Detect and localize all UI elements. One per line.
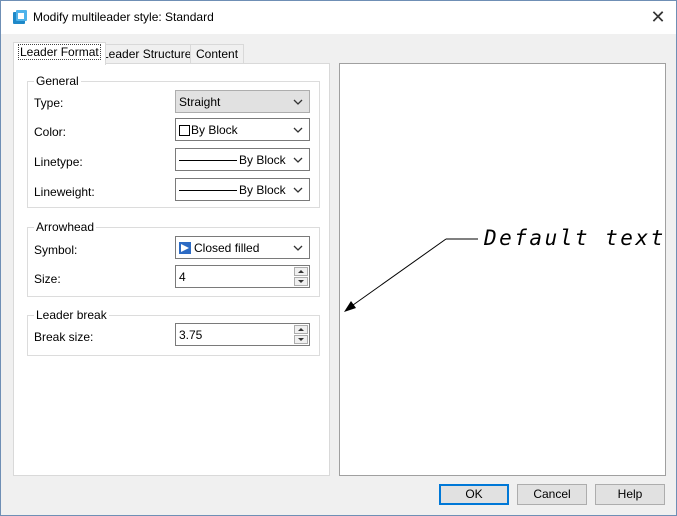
- size-value: 4: [179, 270, 186, 284]
- lineweight-label: Lineweight:: [34, 185, 95, 199]
- app-icon: [13, 10, 27, 24]
- linetype-label: Linetype:: [34, 155, 83, 169]
- symbol-dropdown[interactable]: Closed filled: [175, 236, 310, 259]
- lineweight-value: By Block: [239, 183, 286, 197]
- tab-label: Leader Format: [18, 44, 101, 60]
- close-icon[interactable]: ✕: [641, 3, 675, 33]
- break-size-value: 3.75: [179, 328, 203, 342]
- tab-label: Leader Structure: [102, 47, 192, 61]
- dialog-window: Modify multileader style: Standard ✕ Lea…: [0, 0, 677, 516]
- type-label: Type:: [34, 96, 64, 110]
- tab-leader-structure[interactable]: Leader Structure: [96, 44, 198, 64]
- color-value: By Block: [191, 123, 238, 137]
- title-bar: Modify multileader style: Standard ✕: [1, 1, 676, 34]
- chevron-down-icon: [293, 245, 303, 251]
- size-label: Size:: [34, 272, 61, 286]
- linetype-value: By Block: [239, 153, 286, 167]
- linetype-dropdown[interactable]: By Block: [175, 148, 310, 171]
- preview-pane: Default text: [339, 63, 666, 476]
- color-dropdown[interactable]: By Block: [175, 118, 310, 141]
- chevron-down-icon: [293, 127, 303, 133]
- size-spinner[interactable]: 4: [175, 265, 310, 288]
- tab-leader-format[interactable]: Leader Format: [13, 42, 106, 65]
- lineweight-dropdown[interactable]: By Block: [175, 178, 310, 201]
- leader-format-panel: General Type: Straight Color: By Block L…: [13, 63, 330, 476]
- spin-down-icon[interactable]: [294, 277, 308, 286]
- chevron-down-icon: [293, 187, 303, 193]
- preview-leader-graphic: Default text: [344, 226, 665, 312]
- chevron-down-icon: [293, 157, 303, 163]
- symbol-label: Symbol:: [34, 243, 78, 257]
- color-swatch: [179, 125, 190, 136]
- group-title: Arrowhead: [34, 220, 97, 234]
- spin-up-icon[interactable]: [294, 267, 308, 276]
- type-dropdown[interactable]: Straight: [175, 90, 310, 113]
- ok-button[interactable]: OK: [439, 484, 509, 505]
- break-size-label: Break size:: [34, 330, 94, 344]
- line-sample: [179, 190, 237, 191]
- group-title: General: [34, 74, 81, 88]
- chevron-down-icon: [293, 99, 303, 105]
- symbol-value: Closed filled: [194, 241, 260, 255]
- spin-down-icon[interactable]: [294, 335, 308, 344]
- help-button[interactable]: Help: [595, 484, 665, 505]
- preview-default-text: Default text: [483, 226, 665, 250]
- tab-content[interactable]: Content: [190, 44, 245, 64]
- line-sample: [179, 160, 237, 161]
- window-title: Modify multileader style: Standard: [33, 10, 214, 24]
- break-size-spinner[interactable]: 3.75: [175, 323, 310, 346]
- cancel-button[interactable]: Cancel: [517, 484, 587, 505]
- type-value: Straight: [179, 95, 221, 109]
- group-title: Leader break: [34, 308, 109, 322]
- tab-label: Content: [196, 47, 239, 61]
- spin-up-icon[interactable]: [294, 325, 308, 334]
- color-label: Color:: [34, 125, 67, 139]
- closed-filled-arrow-icon: [179, 242, 191, 254]
